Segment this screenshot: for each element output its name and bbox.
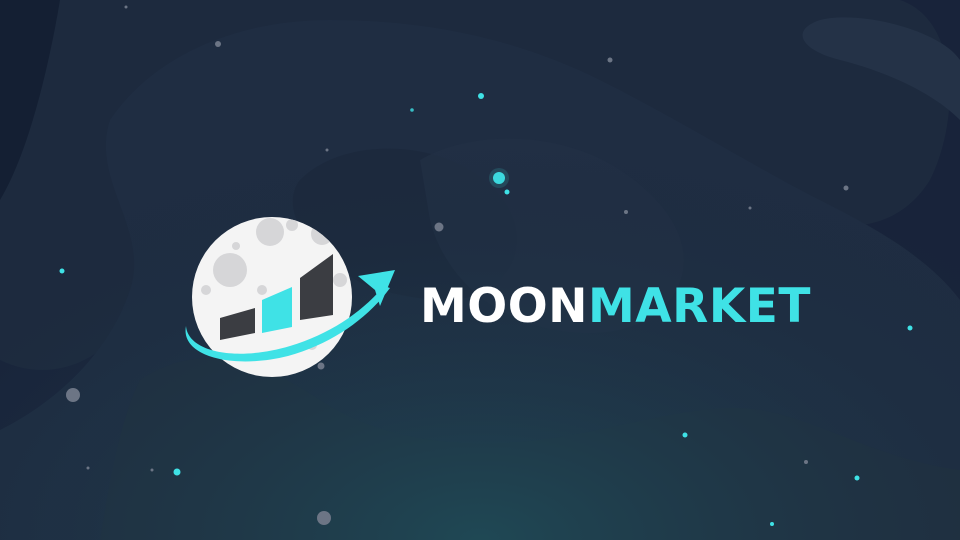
brand-word-market: MARKET bbox=[588, 278, 811, 334]
space-background bbox=[0, 0, 960, 540]
brand-word-moon: MOON bbox=[420, 278, 589, 334]
brand-wordmark: MOON MARKET bbox=[420, 276, 811, 336]
